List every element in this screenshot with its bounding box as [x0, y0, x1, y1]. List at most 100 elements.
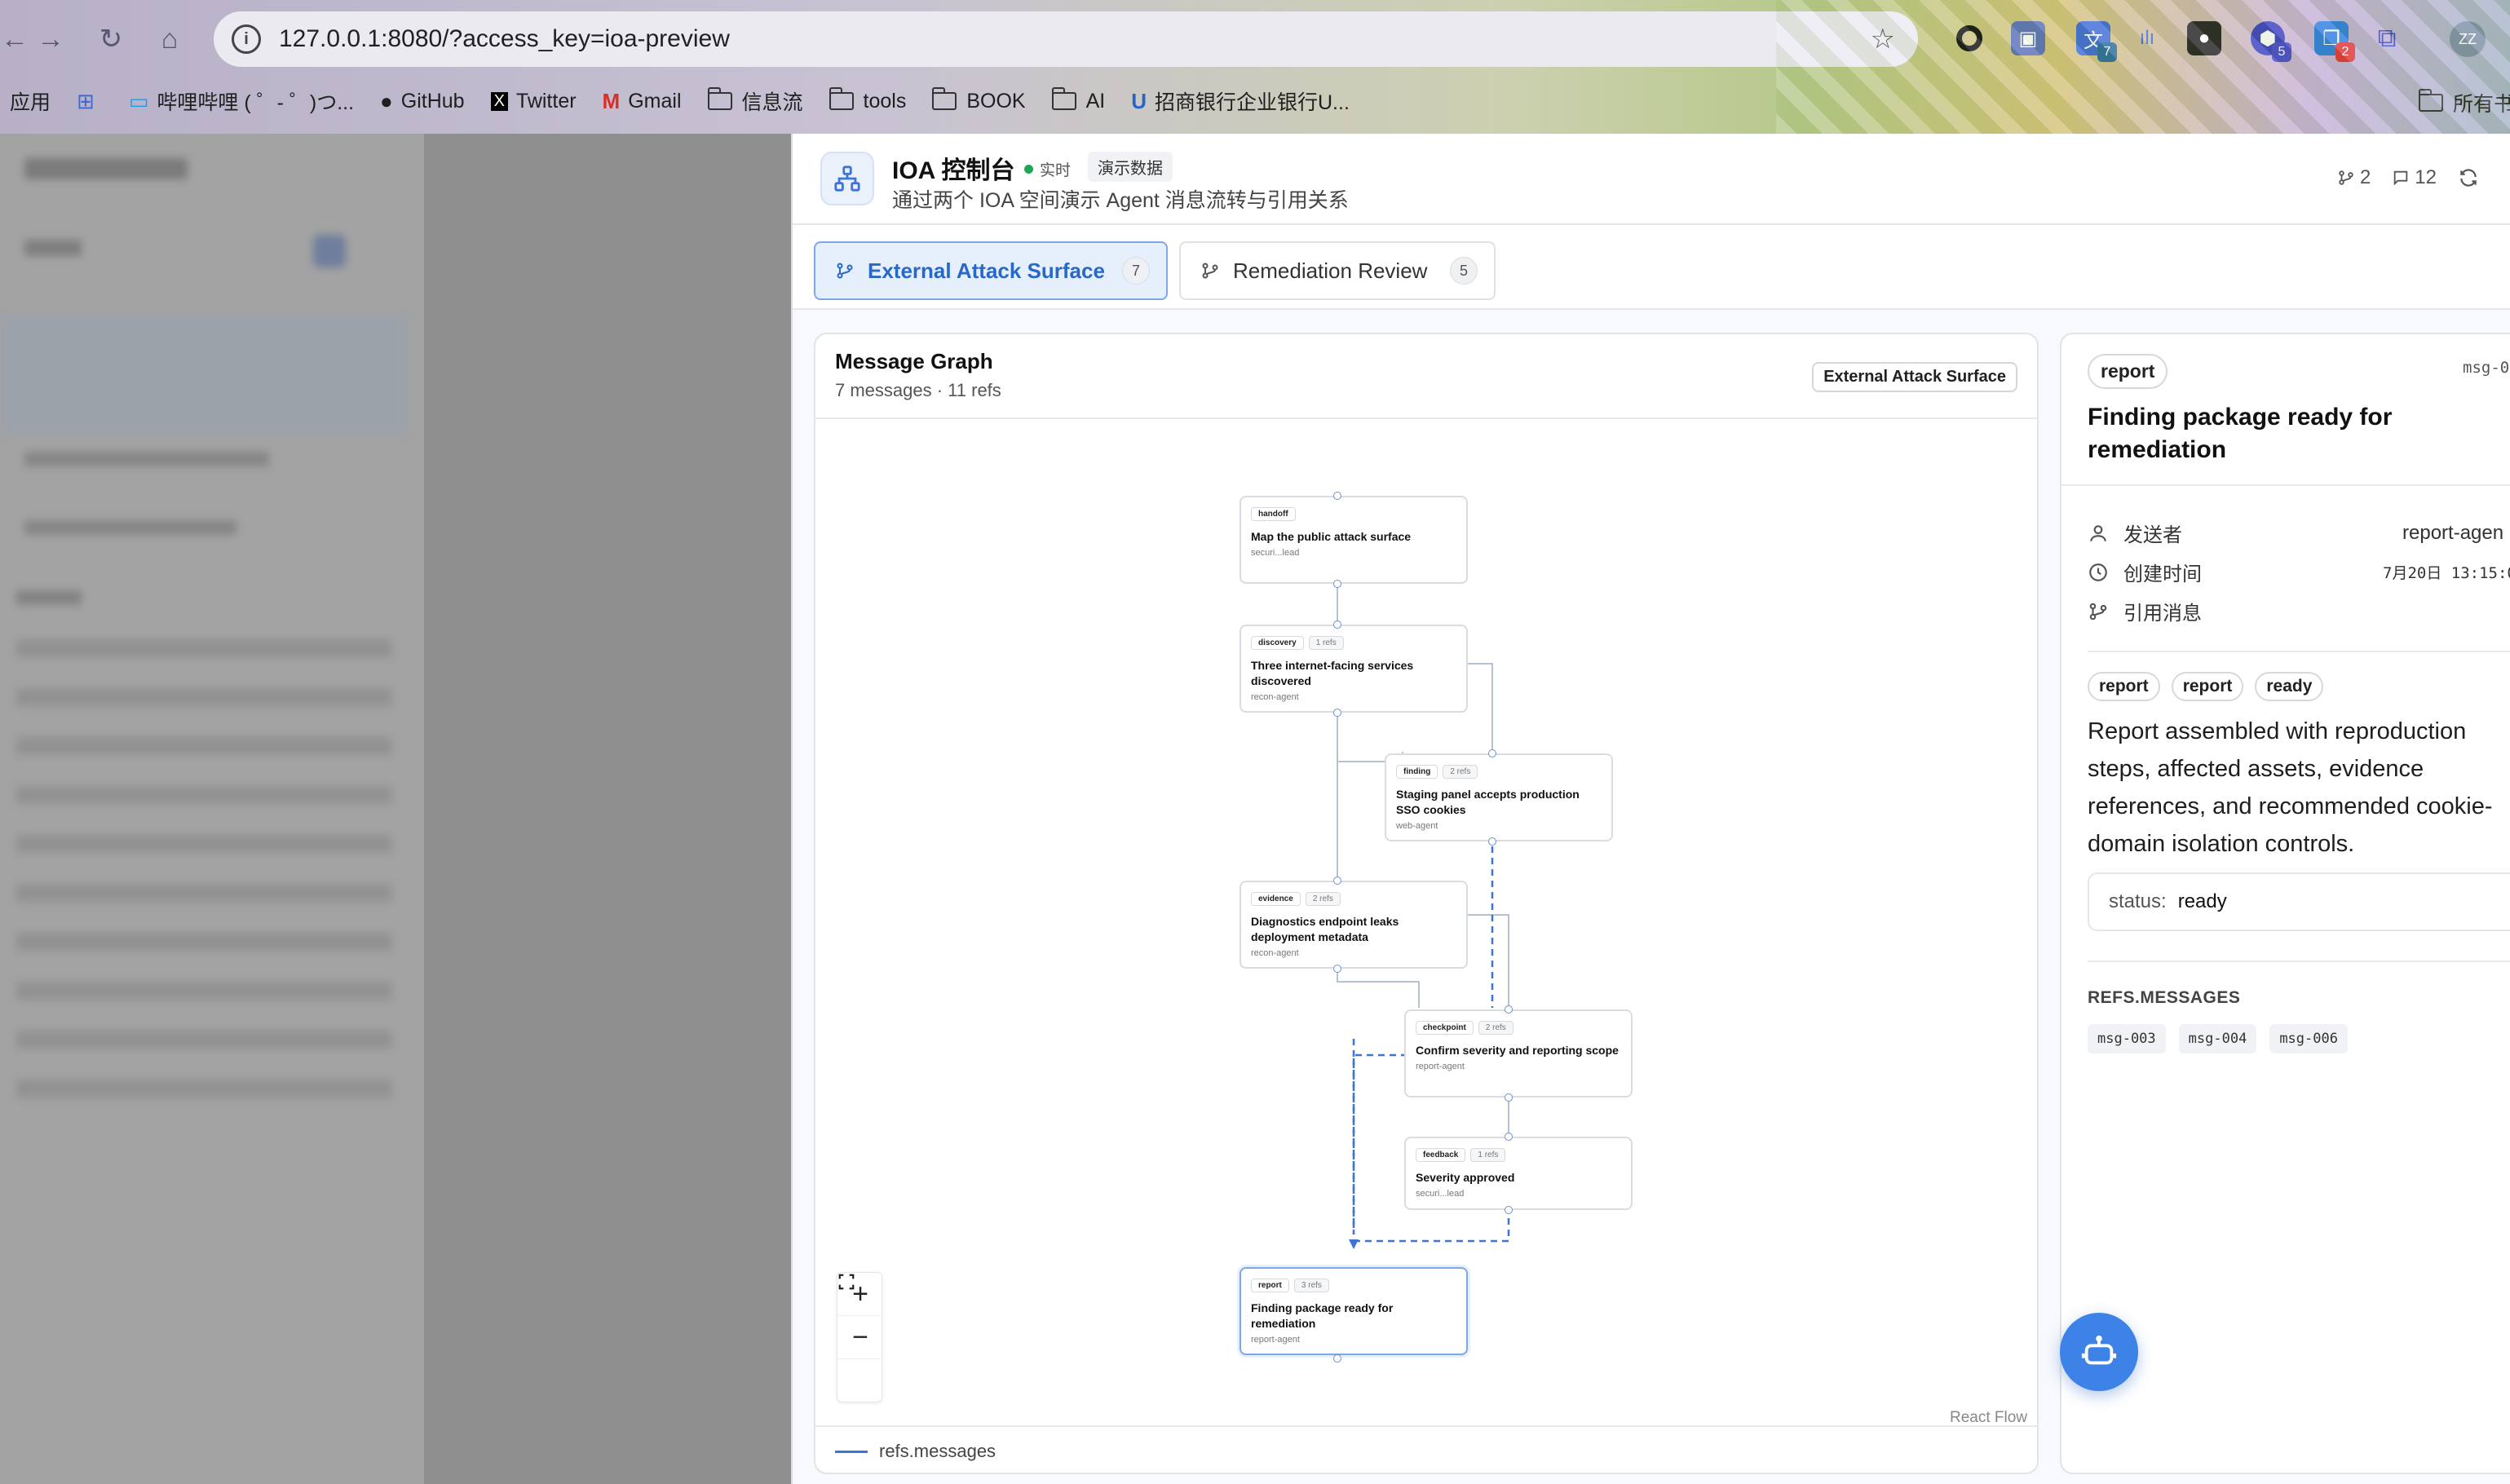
node-agent: web-agent [1396, 821, 1438, 831]
tab-count-badge: 7 [1122, 257, 1150, 285]
node-handle[interactable] [1505, 1005, 1513, 1014]
translate-ext-icon[interactable]: 文7 [2076, 21, 2117, 62]
react-flow-attribution[interactable]: React Flow [1950, 1409, 2027, 1427]
tab-external-attack-surface[interactable]: External Attack Surface 7 [814, 241, 1168, 300]
bookmark-label: Gmail [628, 89, 682, 113]
puzzle-ext-icon[interactable]: ⧉ [2370, 21, 2404, 55]
node-agent: recon-agent [1251, 948, 1299, 958]
ext-badge: 7 [2097, 42, 2117, 62]
ref-chip[interactable]: msg-006 [2269, 1024, 2348, 1053]
node-handle[interactable] [1333, 580, 1341, 588]
bookmark-label: 哔哩哔哩 ( ゜- ゜)つ... [157, 91, 355, 114]
bookmark-folder-tools[interactable]: tools [829, 87, 906, 113]
detail-message-id: msg-00 [2463, 359, 2510, 377]
divider [2088, 961, 2510, 962]
bookmark-apps-grid[interactable]: ⊞ [77, 89, 103, 114]
bookmark-label: GitHub [400, 89, 465, 113]
node-handle[interactable] [1505, 1093, 1513, 1102]
home-icon[interactable]: ⌂ [147, 16, 192, 62]
ref-chip[interactable]: msg-004 [2178, 1024, 2257, 1053]
git-branch-icon [2088, 601, 2112, 622]
node-title: Staging panel accepts production SSO coo… [1396, 788, 1580, 816]
game-ext-icon[interactable]: ● [2187, 21, 2221, 55]
divider [2061, 484, 2510, 486]
graph-node-handoff[interactable]: handoff Map the public attack surface se… [1240, 496, 1468, 584]
fit-view-button[interactable] [837, 1274, 883, 1402]
node-handle[interactable] [1333, 965, 1341, 973]
node-kind-badge: report [1251, 1279, 1289, 1292]
copy-ext-icon[interactable]: ❐ 2 [2314, 21, 2355, 62]
reload-icon[interactable]: ↻ [88, 16, 134, 62]
assistant-fab-button[interactable] [2060, 1313, 2138, 1391]
graph-node-checkpoint[interactable]: checkpoint 2 refs Confirm severity and re… [1404, 1009, 1633, 1098]
detail-body: Report assembled with reproduction steps… [2088, 718, 2493, 857]
node-handle[interactable] [1333, 1354, 1341, 1363]
node-handle[interactable] [1333, 709, 1341, 717]
bookmark-folder-feed[interactable]: 信息流 [707, 86, 803, 116]
node-title: Severity approved [1416, 1171, 1515, 1184]
folder-icon [1051, 87, 1076, 110]
bookmark-github[interactable]: ● GitHub [380, 89, 465, 114]
node-handle[interactable] [1505, 1206, 1513, 1214]
folder-icon [829, 87, 854, 110]
tab-remediation-review[interactable]: Remediation Review 5 [1179, 241, 1496, 300]
graph-node-feedback[interactable]: feedback 1 refs Severity approved securi.… [1404, 1137, 1633, 1210]
bookmark-folder-book[interactable]: BOOK [932, 87, 1026, 113]
node-handle[interactable] [1333, 621, 1341, 629]
page-title: IOA 控制台 [892, 157, 1015, 184]
node-kind-badge: finding [1396, 765, 1438, 779]
node-agent: securi...lead [1251, 548, 1300, 558]
bookmark-gmail[interactable]: M Gmail [603, 89, 682, 114]
git-branch-icon [2339, 170, 2353, 185]
bookmark-all[interactable]: 所有书 [2419, 88, 2510, 117]
node-handle[interactable] [1333, 877, 1341, 885]
bookmark-star-icon[interactable]: ☆ [1871, 23, 1895, 55]
bookmark-bank[interactable]: U 招商银行企业银行U... [1131, 86, 1350, 116]
hex-ext-icon[interactable]: ⬢ 5 [2251, 21, 2291, 62]
flow-canvas[interactable]: handoff Map the public attack surface se… [815, 419, 2037, 1406]
zoom-out-button[interactable]: − [837, 1316, 883, 1359]
node-handle[interactable] [1488, 837, 1496, 846]
address-bar[interactable]: i 127.0.0.1:8080/?access_key=ioa-preview… [214, 11, 1918, 67]
bookmark-apps[interactable]: 应用 [10, 86, 51, 116]
graph-node-evidence[interactable]: evidence 2 refs Diagnostics endpoint leak… [1240, 881, 1468, 969]
forward-icon[interactable]: → [28, 16, 73, 62]
graph-node-finding[interactable]: finding 2 refs Staging panel accepts prod… [1385, 753, 1613, 841]
node-handle[interactable] [1488, 749, 1496, 757]
live-label: 实时 [1040, 162, 1072, 179]
bookmark-bilibili[interactable]: ▭ 哔哩哔哩 ( ゜- ゜)つ... [129, 86, 354, 116]
node-handle[interactable] [1505, 1133, 1513, 1141]
gmail-icon: M [602, 88, 621, 113]
ref-chip[interactable]: msg-003 [2088, 1024, 2166, 1053]
graph-subtitle: 7 messages · 11 refs [835, 380, 1001, 400]
meta-created: 创建时间 7月20日 13:15:0 [2088, 558, 2510, 586]
git-branch-icon [835, 261, 855, 280]
profile-avatar[interactable]: ZZ [2450, 21, 2486, 57]
node-kind-badge: discovery [1251, 636, 1304, 650]
bookmark-folder-ai[interactable]: AI [1051, 87, 1106, 113]
circle-ext-icon[interactable] [1952, 21, 1986, 55]
graph-node-discovery[interactable]: discovery 1 refs Three internet-facing se… [1240, 625, 1468, 713]
bookmark-label: AI [1085, 89, 1106, 113]
site-info-icon[interactable]: i [232, 24, 261, 54]
chart-ext-icon[interactable]: ılı [2130, 21, 2164, 55]
bank-icon: U [1131, 88, 1147, 113]
node-agent: report-agent [1416, 1062, 1465, 1071]
meta-value: report-agen [2402, 521, 2504, 544]
status-field: status: ready [2088, 872, 2510, 931]
refresh-button[interactable] [2458, 167, 2479, 188]
detail-title: Finding package ready for remediation [2088, 404, 2393, 463]
url-text[interactable]: 127.0.0.1:8080/?access_key=ioa-preview [279, 25, 730, 53]
status-value: ready [2177, 890, 2227, 912]
bookmark-label: 招商银行企业银行U... [1155, 91, 1350, 114]
save-ext-icon[interactable]: ▣ [2011, 21, 2045, 55]
dimmed-sidebar-overlay[interactable] [0, 134, 791, 1484]
ext-badge: 2 [2335, 42, 2355, 62]
node-agent: report-agent [1251, 1335, 1300, 1345]
edge [1337, 965, 1420, 1008]
node-handle[interactable] [1333, 492, 1341, 500]
message-graph-panel: Message Graph 7 messages · 11 refs Exter… [814, 333, 2039, 1474]
meta-label: 发送者 [2123, 524, 2182, 546]
graph-node-report[interactable]: report 3 refs Finding package ready for r… [1240, 1267, 1468, 1355]
bookmark-twitter[interactable]: X Twitter [490, 90, 577, 113]
